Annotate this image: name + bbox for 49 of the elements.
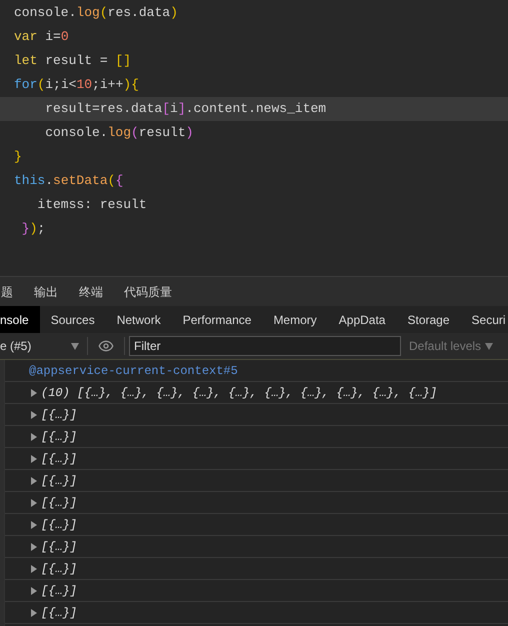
caret-icon [71,342,79,350]
log-entry[interactable]: [{…}] [41,472,78,490]
context-select[interactable]: e (#5) [0,337,83,355]
code-line: console.log(result) [44,124,194,142]
log-entry[interactable]: [{…}] [41,604,78,622]
code-line: }); [20,220,46,238]
log-entry[interactable]: (10) [{…}, {…}, {…}, {…}, {…}, {…}, {…}, {…}, {…}, {…}] [41,384,438,402]
code-line: console.log(res.data) [13,4,179,22]
expand-icon[interactable] [31,520,37,528]
log-entry[interactable]: [{…}] [41,406,78,424]
devtools-tab[interactable]: Network [106,306,172,333]
panel-tab[interactable]: 代码质量 [124,282,172,300]
eye-icon[interactable] [98,338,114,354]
code-line: this.setData({ [13,172,124,190]
expand-icon[interactable] [31,388,37,396]
expand-icon[interactable] [31,498,37,506]
log-entry[interactable]: [{…}] [41,428,78,446]
code-line: for(i;i<10;i++){ [13,76,140,94]
log-entry[interactable]: [{…}] [41,560,78,578]
panel-tab[interactable]: 终端 [79,282,103,300]
expand-icon[interactable] [31,454,37,462]
filter-field[interactable]: Filter [129,336,401,356]
code-line: } [13,148,23,166]
panel-tab[interactable]: 题 [1,282,13,300]
devtools-tab[interactable]: AppData [328,306,396,333]
log-entry[interactable]: [{…}] [41,582,78,600]
devtools-tab[interactable]: nsole [0,306,40,333]
devtools-tab[interactable]: Securi [460,306,508,333]
expand-icon[interactable] [31,432,37,440]
code-line: var i=0 [13,28,70,46]
panel-tab[interactable]: 输出 [34,282,58,300]
devtools-tab[interactable]: Performance [172,306,262,333]
log-entry[interactable]: [{…}] [41,538,78,556]
expand-icon[interactable] [31,608,37,616]
expand-icon[interactable] [31,410,37,418]
caret-icon [485,342,494,350]
log-entry[interactable]: [{…}] [41,494,78,512]
devtools-tab[interactable]: Storage [396,306,461,333]
devtools-tab[interactable]: Memory [262,306,328,333]
code-line: let result = [] [13,52,132,70]
devtools-tab[interactable]: Sources [40,306,106,333]
log-entry[interactable]: [{…}] [41,516,78,534]
expand-icon[interactable] [31,542,37,550]
code-line: itemss: result [36,196,148,214]
expand-icon[interactable] [31,564,37,572]
context-link[interactable]: @appservice-current-context#5 [29,362,238,380]
log-entry[interactable]: [{…}] [41,450,78,468]
expand-icon[interactable] [31,586,37,594]
expand-icon[interactable] [31,476,37,484]
